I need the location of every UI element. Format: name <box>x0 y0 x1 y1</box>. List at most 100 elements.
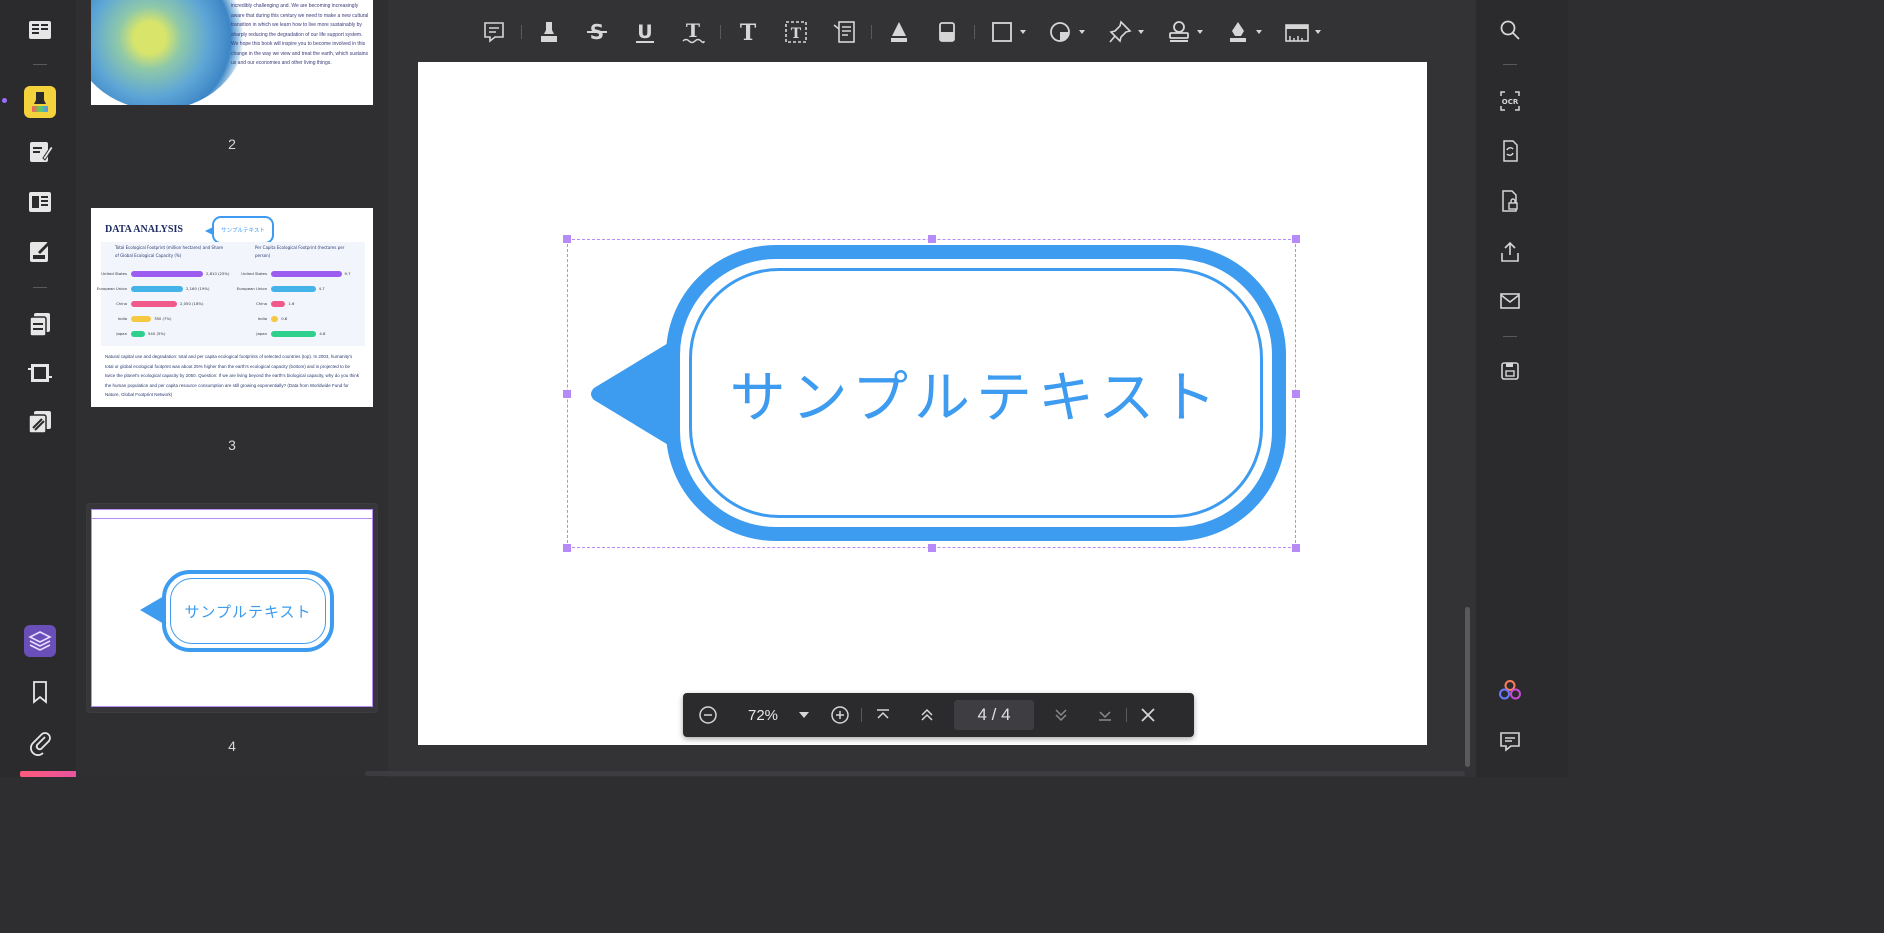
ai-icon[interactable] <box>1497 678 1523 704</box>
app-window: incredibly challenging and. We are becom… <box>0 0 1568 777</box>
comments-icon[interactable] <box>1497 728 1523 754</box>
bar <box>271 300 286 307</box>
previous-page-icon[interactable] <box>914 702 940 728</box>
edit-icon[interactable] <box>24 136 56 168</box>
svg-text:OCR: OCR <box>1502 98 1519 106</box>
highlight-icon[interactable] <box>24 86 56 118</box>
resize-handle-nw[interactable] <box>563 235 571 243</box>
toolbar-divider <box>974 25 975 39</box>
text-icon[interactable]: T <box>735 14 761 50</box>
bar-row: European Union 2,160 (19%) <box>95 285 209 292</box>
organize-icon[interactable] <box>24 308 56 340</box>
thumbnail-page-3[interactable]: DATA ANALYSIS サンプルテキスト Total Ecological … <box>91 208 373 407</box>
stamp-icon[interactable] <box>1166 14 1203 50</box>
reader-icon[interactable] <box>24 14 56 46</box>
strikethrough-icon[interactable]: S <box>584 14 610 50</box>
resize-handle-ne[interactable] <box>1292 235 1300 243</box>
pin-icon[interactable] <box>1107 14 1144 50</box>
shape-icon[interactable] <box>1048 14 1085 50</box>
page-number-2: 2 <box>228 136 236 152</box>
rail-divider <box>1503 64 1517 65</box>
thumbnail-page-2[interactable]: incredibly challenging and. We are becom… <box>91 0 373 105</box>
zoom-out-icon[interactable] <box>695 702 721 728</box>
svg-text:T: T <box>740 20 757 45</box>
bar-label: China <box>116 301 127 306</box>
chevron-down-icon <box>1197 30 1203 34</box>
layers-icon[interactable] <box>24 625 56 657</box>
ocr-icon[interactable]: OCR <box>1497 88 1523 114</box>
comment-icon[interactable] <box>481 14 507 50</box>
toolbar-divider <box>720 25 721 39</box>
vertical-scrollbar[interactable] <box>1465 607 1470 767</box>
svg-text:T: T <box>791 26 802 42</box>
zoom-in-icon[interactable] <box>827 702 853 728</box>
save-icon[interactable] <box>1497 358 1523 384</box>
search-icon[interactable] <box>1497 17 1523 43</box>
pencil-icon[interactable] <box>886 14 912 50</box>
page-indicator[interactable]: 4 / 4 <box>954 700 1034 730</box>
bar-label: European Union <box>96 286 127 291</box>
highlighter-icon[interactable] <box>536 14 562 50</box>
mail-icon[interactable] <box>1497 288 1523 314</box>
convert-icon[interactable] <box>1497 138 1523 164</box>
right-tool-rail: OCR <box>1476 0 1568 777</box>
share-icon[interactable] <box>1497 239 1523 265</box>
chevron-down-icon <box>1020 30 1026 34</box>
zoom-value[interactable]: 72% <box>735 707 791 724</box>
page-number-3: 3 <box>228 437 236 453</box>
selection-box[interactable] <box>563 235 1300 552</box>
bar-row: China 2,050 (18%) <box>95 300 203 307</box>
crop-icon[interactable] <box>24 357 56 389</box>
protect-icon[interactable] <box>1497 188 1523 214</box>
bar-label: Japan <box>116 331 127 336</box>
watermark-icon[interactable] <box>24 406 56 438</box>
bar <box>271 330 317 337</box>
underline-icon[interactable]: U <box>632 14 658 50</box>
chevron-down-icon <box>1256 30 1262 34</box>
horizontal-scrollbar[interactable] <box>365 771 1465 776</box>
resize-handle-se[interactable] <box>1292 544 1300 552</box>
thumbnail-page-4[interactable]: サンプルテキスト <box>91 509 373 707</box>
resize-handle-s[interactable] <box>928 544 936 552</box>
bookmark-icon[interactable] <box>24 676 56 708</box>
zoom-toolbar: 72% 4 / 4 <box>683 693 1194 737</box>
page-3-chart-table: Total Ecological Footprint (million hect… <box>97 242 365 346</box>
sign-icon[interactable] <box>24 236 56 268</box>
signature-icon[interactable] <box>1225 14 1262 50</box>
first-page-icon[interactable] <box>870 702 896 728</box>
bar-value: 780 (7%) <box>154 316 172 321</box>
bar-row: United States 9.7 <box>235 270 351 277</box>
page-4-bubble-tail <box>140 596 164 624</box>
resize-handle-e[interactable] <box>1292 390 1300 398</box>
chevron-down-icon <box>1138 30 1144 34</box>
close-icon[interactable] <box>1135 702 1161 728</box>
bar-value: 540 (5%) <box>148 331 166 336</box>
bar-value: 2,050 (18%) <box>180 301 204 306</box>
svg-text:U: U <box>637 21 652 43</box>
eraser-icon[interactable] <box>934 14 960 50</box>
attachment-icon[interactable] <box>24 726 56 758</box>
textbox-icon[interactable]: T <box>783 14 809 50</box>
rectangle-icon[interactable] <box>989 14 1026 50</box>
zoombar-divider <box>861 708 862 722</box>
toolbar-divider <box>521 25 522 39</box>
callout-icon[interactable] <box>831 14 857 50</box>
resize-handle-w[interactable] <box>563 390 571 398</box>
document-page[interactable]: サンプルテキスト <box>418 62 1427 745</box>
resize-handle-n[interactable] <box>928 235 936 243</box>
active-indicator <box>2 98 7 103</box>
bar-value: 9.7 <box>344 271 351 276</box>
bar-row: Japan 4.8 <box>235 330 325 337</box>
last-page-icon[interactable] <box>1092 702 1118 728</box>
measure-icon[interactable] <box>1284 14 1321 50</box>
squiggly-icon[interactable]: T <box>680 14 706 50</box>
bar-value: 0.8 <box>281 316 288 321</box>
form-icon[interactable] <box>24 186 56 218</box>
zoom-dropdown-icon[interactable] <box>791 702 817 728</box>
page-3-title: DATA ANALYSIS <box>105 224 183 235</box>
resize-handle-sw[interactable] <box>563 544 571 552</box>
bar-value: 4.7 <box>318 286 325 291</box>
bar-row: United States 2,810 (25%) <box>95 270 229 277</box>
next-page-icon[interactable] <box>1048 702 1074 728</box>
toolbar-divider <box>871 25 872 39</box>
